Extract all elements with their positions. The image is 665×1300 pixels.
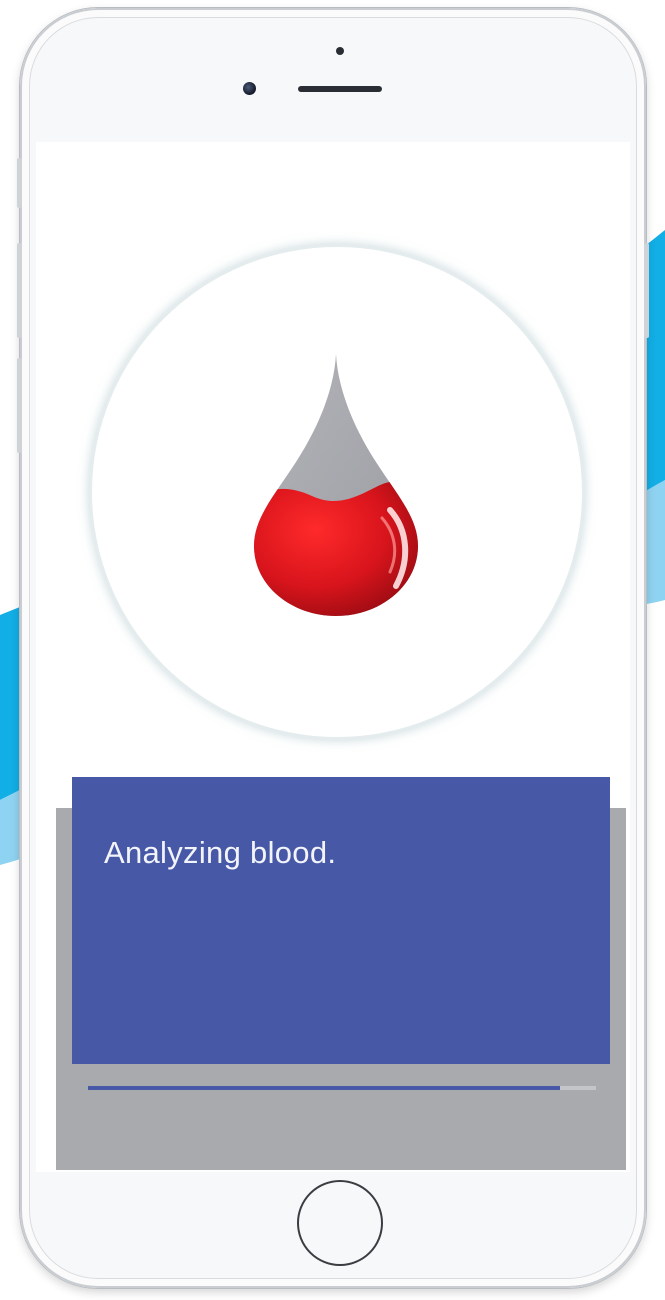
home-button[interactable] [297,1180,383,1266]
phone-speaker [298,86,382,92]
progress-bar-fill [88,1086,561,1090]
phone-side-button [17,158,22,208]
phone-volume-up-button [17,243,22,338]
progress-dialog: Analyzing blood. [72,777,610,1064]
dialog-message: Analyzing blood. [104,835,337,870]
phone-volume-down-button [17,358,22,453]
app-screen: Analyzing blood. [36,142,630,1172]
screenshot-stage: Analyzing blood. [0,0,665,1300]
phone-sensor [336,47,344,55]
progress-bar [88,1086,596,1090]
front-camera-icon [243,82,256,95]
blood-drop-icon [254,354,418,616]
phone-power-button [644,243,649,338]
